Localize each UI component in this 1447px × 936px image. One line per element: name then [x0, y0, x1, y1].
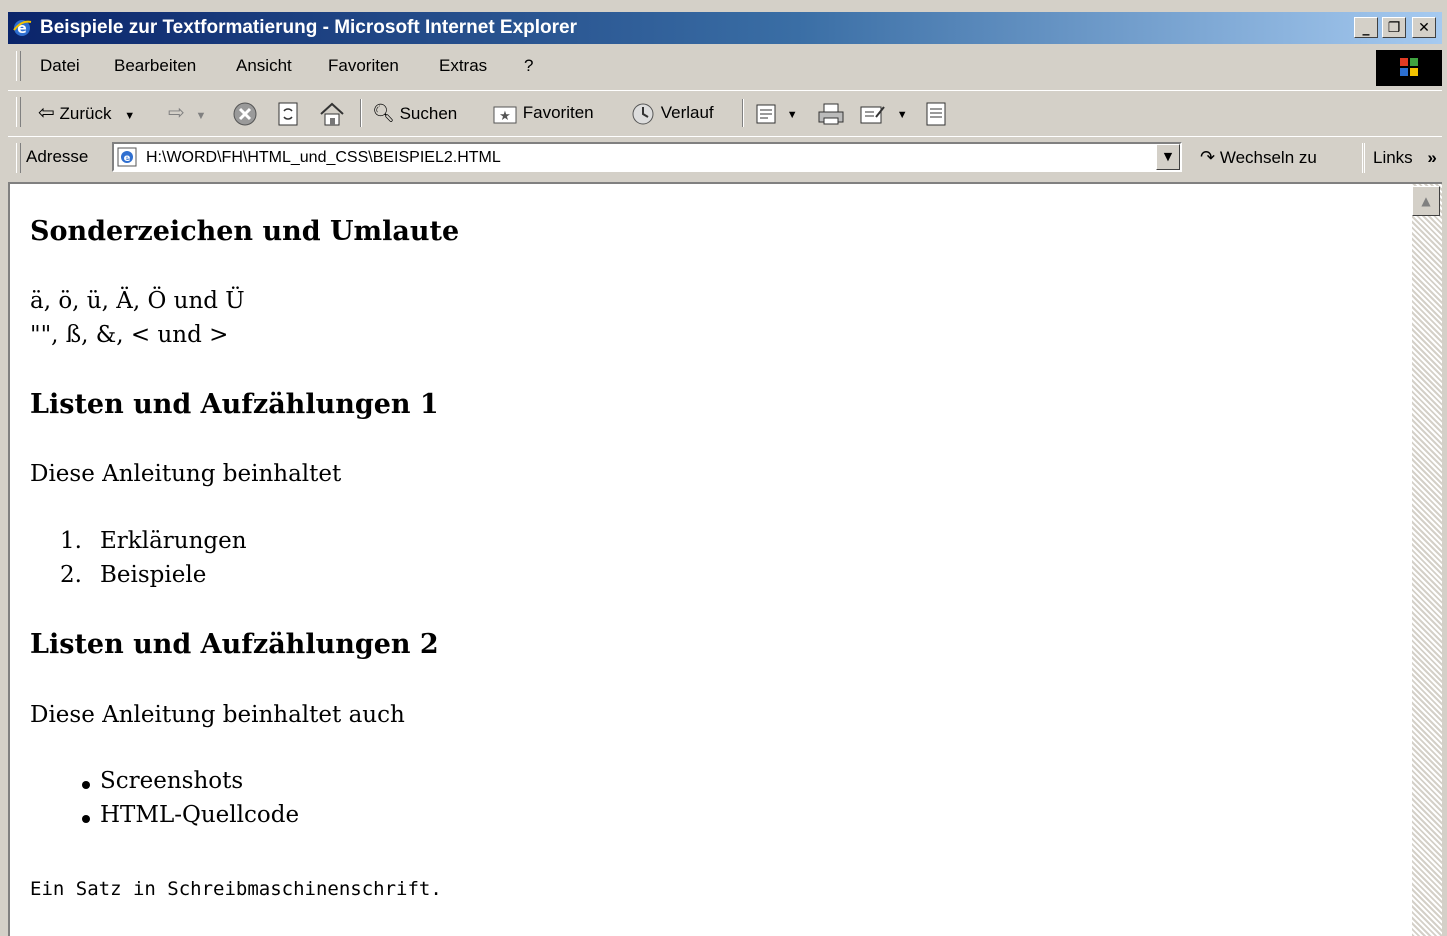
- address-url: H:\WORD\FH\HTML_und_CSS\BEISPIEL2.HTML: [146, 149, 501, 166]
- go-label: Wechseln zu: [1219, 148, 1317, 167]
- back-button[interactable]: ⇦ Zurück ▼: [38, 99, 135, 127]
- search-icon: 🔍︎: [372, 103, 395, 123]
- back-arrow-icon: ⇦: [38, 102, 55, 124]
- mail-icon: [756, 104, 776, 124]
- maximize-button[interactable]: ❐: [1382, 17, 1406, 38]
- history-label: Verlauf: [660, 103, 714, 122]
- intro-paragraph-2: Diese Anleitung beinhaltet auch: [30, 702, 405, 728]
- favorites-label: Favoriten: [522, 103, 594, 122]
- document-view: Sonderzeichen und Umlaute ä, ö, ü, Ä, Ö …: [8, 182, 1412, 936]
- list-item-text: Beispiele: [100, 562, 207, 588]
- favorites-button[interactable]: ★ Favoriten: [492, 99, 594, 127]
- home-icon: [320, 102, 344, 126]
- edit-button[interactable]: ▼: [858, 99, 908, 127]
- history-icon: [632, 103, 654, 125]
- window-title: Beispiele zur Textformatierung - Microso…: [40, 17, 578, 38]
- menu-ansicht[interactable]: Ansicht: [236, 56, 292, 76]
- address-label: Adresse: [26, 147, 89, 166]
- scroll-up-button[interactable]: ▲: [1412, 186, 1440, 216]
- list-item-text: Screenshots: [100, 768, 244, 794]
- chevron-up-icon: ▲: [1421, 194, 1431, 208]
- favorites-folder-icon: ★: [493, 106, 517, 124]
- links-button[interactable]: Links »: [1362, 143, 1437, 173]
- list-item-text: HTML-Quellcode: [100, 802, 300, 828]
- umlaut-line: ä, ö, ü, Ä, Ö und Ü: [30, 288, 245, 314]
- vertical-scrollbar[interactable]: ▲: [1412, 182, 1442, 936]
- back-dropdown-icon: ▼: [124, 110, 136, 122]
- discuss-icon: [926, 102, 946, 126]
- go-arrow-icon: ↷: [1200, 147, 1216, 167]
- discuss-button[interactable]: [924, 99, 948, 127]
- title-bar: e Beispiele zur Textformatierung - Micro…: [8, 12, 1442, 44]
- bullet-icon: [82, 781, 90, 789]
- toolbar-separator: [742, 99, 744, 127]
- minimize-button[interactable]: _: [1354, 17, 1378, 38]
- menu-datei[interactable]: Datei: [40, 56, 80, 76]
- menu-grip[interactable]: [16, 51, 21, 81]
- page-icon: e: [117, 147, 137, 167]
- menu-bar: Datei Bearbeiten Ansicht Favoriten Extra…: [8, 47, 1442, 87]
- search-label: Suchen: [399, 104, 458, 123]
- history-button[interactable]: Verlauf: [630, 99, 714, 127]
- menu-help[interactable]: ?: [524, 56, 533, 76]
- menu-favoriten[interactable]: Favoriten: [328, 56, 399, 76]
- bullet-icon: [82, 815, 90, 823]
- print-button[interactable]: [816, 99, 846, 127]
- windows-flag-icon: [1400, 58, 1418, 76]
- address-bar: Adresse e H:\WORD\FH\HTML_und_CSS\BEISPI…: [8, 136, 1442, 177]
- links-label: Links: [1373, 148, 1413, 167]
- stop-button[interactable]: [232, 99, 258, 127]
- edit-icon: [860, 105, 885, 124]
- links-more-icon: »: [1427, 148, 1437, 167]
- svg-text:e: e: [124, 153, 131, 164]
- menu-bearbeiten[interactable]: Bearbeiten: [114, 56, 196, 76]
- heading-listen-2: Listen und Aufzählungen 2: [30, 629, 439, 660]
- forward-dropdown-icon: ▼: [195, 110, 207, 122]
- address-dropdown-button[interactable]: ▼: [1156, 144, 1180, 170]
- list-number: 2.: [60, 562, 82, 588]
- typewriter-text: Ein Satz in Schreibmaschinenschrift.: [30, 878, 442, 900]
- mail-dropdown-icon: ▼: [786, 109, 798, 121]
- standard-toolbar: ⇦ Zurück ▼ ⇨ ▼ 🔍︎ Suchen ★ Favoriten Ver…: [8, 90, 1442, 135]
- search-button[interactable]: 🔍︎ Suchen: [372, 99, 457, 127]
- back-label: Zurück: [59, 104, 112, 123]
- special-chars-line: "", ß, &, < und >: [30, 322, 229, 348]
- forward-arrow-icon: ⇨: [168, 102, 185, 124]
- svg-text:★: ★: [499, 109, 511, 124]
- close-button[interactable]: ✕: [1412, 17, 1436, 38]
- menu-extras[interactable]: Extras: [439, 56, 487, 76]
- chevron-down-icon: ▼: [1163, 150, 1173, 163]
- address-input[interactable]: e H:\WORD\FH\HTML_und_CSS\BEISPIEL2.HTML…: [112, 142, 1182, 172]
- intro-paragraph-1: Diese Anleitung beinhaltet: [30, 461, 342, 487]
- heading-sonderzeichen: Sonderzeichen und Umlaute: [30, 216, 460, 247]
- list-item-text: Erklärungen: [100, 528, 247, 554]
- printer-icon: [818, 103, 844, 125]
- edit-dropdown-icon: ▼: [896, 109, 908, 121]
- forward-button[interactable]: ⇨ ▼: [168, 99, 206, 127]
- mail-button[interactable]: ▼: [754, 99, 798, 127]
- toolbar-grip[interactable]: [16, 97, 21, 127]
- windows-logo-throbber: [1376, 50, 1442, 86]
- refresh-icon: [278, 102, 298, 126]
- toolbar-separator: [360, 99, 362, 127]
- list-number: 1.: [60, 528, 82, 554]
- heading-listen-1: Listen und Aufzählungen 1: [30, 389, 439, 420]
- home-button[interactable]: [318, 99, 346, 127]
- address-grip[interactable]: [16, 143, 21, 173]
- stop-icon: [233, 102, 257, 126]
- ie-logo-icon: e: [13, 20, 32, 37]
- refresh-button[interactable]: [276, 99, 300, 127]
- go-button[interactable]: ↷ Wechseln zu: [1200, 147, 1317, 168]
